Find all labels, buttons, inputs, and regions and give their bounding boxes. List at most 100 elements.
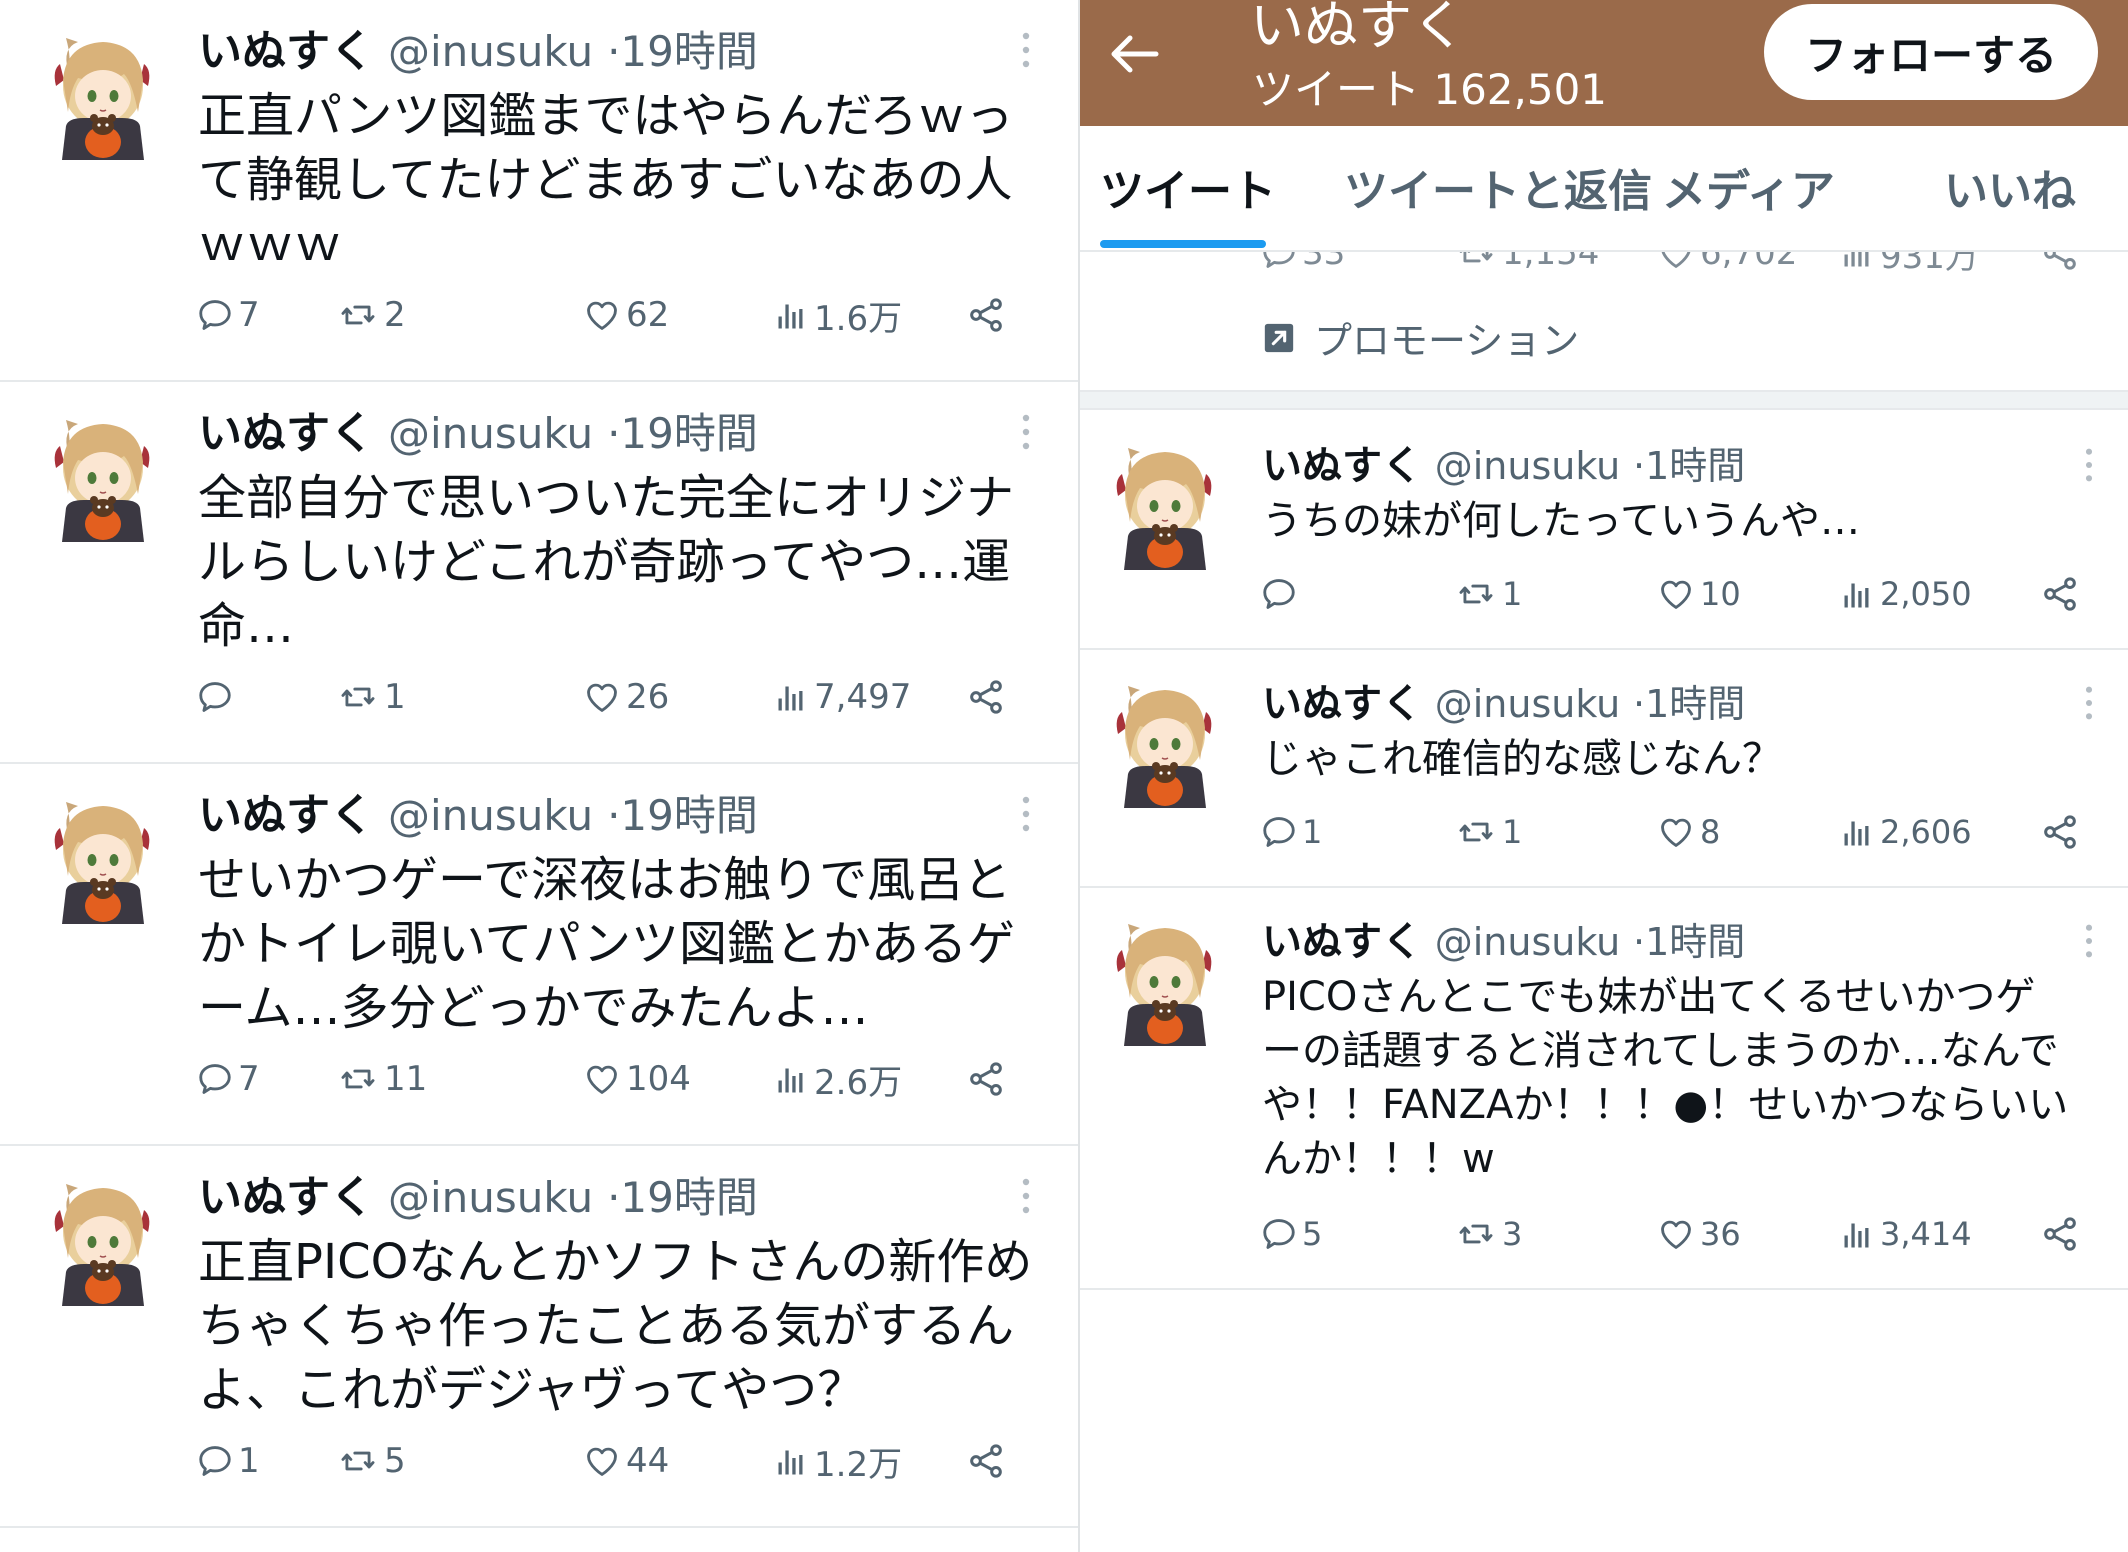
tab-likes[interactable]: いいね — [1944, 164, 2076, 220]
back-arrow-icon[interactable] — [1106, 30, 1162, 78]
handle[interactable]: @inusuku — [388, 409, 593, 458]
reply-button[interactable]: 5 — [1260, 1210, 1322, 1258]
share-button[interactable] — [966, 1436, 1006, 1486]
display-name[interactable]: いぬすく — [198, 1172, 374, 1223]
timestamp[interactable]: 19時間 — [620, 27, 757, 76]
profile-name: いぬすく — [1250, 0, 1466, 57]
timestamp[interactable]: 19時間 — [620, 1173, 757, 1222]
more-icon[interactable] — [1012, 1176, 1040, 1216]
views-button[interactable]: 7,497 — [774, 672, 911, 722]
retweet-button[interactable]: 1,154 — [1454, 252, 1599, 278]
more-icon[interactable] — [1012, 794, 1040, 834]
timestamp[interactable]: 1時間 — [1645, 682, 1745, 726]
timestamp[interactable]: 19時間 — [620, 791, 757, 840]
avatar[interactable] — [48, 794, 158, 934]
retweet-button[interactable]: 1 — [1454, 808, 1522, 856]
follow-button[interactable]: フォローする — [1764, 4, 2098, 100]
like-button[interactable]: 10 — [1656, 570, 1741, 618]
timestamp[interactable]: 1時間 — [1645, 920, 1745, 964]
retweet-button[interactable]: 3 — [1454, 1210, 1522, 1258]
reply-icon — [1260, 575, 1298, 613]
views-button[interactable]: 3,414 — [1840, 1210, 1972, 1258]
like-button[interactable]: 36 — [1656, 1210, 1741, 1258]
tab-tweets-and-replies[interactable]: ツイートと返信 — [1344, 164, 1652, 220]
avatar[interactable] — [1110, 678, 1220, 818]
tab-media[interactable]: メディア — [1662, 164, 1835, 220]
more-icon[interactable] — [1012, 30, 1040, 70]
avatar[interactable] — [48, 1176, 158, 1316]
retweet-button[interactable]: 2 — [336, 290, 406, 340]
display-name[interactable]: いぬすく — [1262, 681, 1422, 727]
share-button[interactable] — [2040, 1210, 2080, 1258]
share-button[interactable] — [966, 290, 1006, 340]
reply-button[interactable]: 1 — [196, 1436, 260, 1486]
views-button[interactable]: 2,050 — [1840, 570, 1972, 618]
handle[interactable]: @inusuku — [1435, 920, 1621, 964]
like-button[interactable]: 104 — [582, 1054, 691, 1104]
reply-button[interactable]: 7 — [196, 1054, 260, 1104]
reply-button[interactable]: 33 — [1260, 252, 1345, 278]
more-icon[interactable] — [1012, 412, 1040, 452]
tweet[interactable]: いぬすく @inusuku ·1時間 PICOさんとこでも妹が出てくるせいかつゲ… — [1080, 888, 2128, 1290]
like-button[interactable]: 62 — [582, 290, 669, 340]
tweet[interactable]: いぬすく @inusuku ·1時間 うちの妹が何したっていうんや… 1 10 … — [1080, 412, 2128, 650]
views-button[interactable]: 2,606 — [1840, 808, 1972, 856]
reply-count: 1 — [1302, 813, 1323, 851]
tweet[interactable]: いぬすく @inusuku ·1時間 じゃこれ確信的な感じなん？ 1 1 8 2… — [1080, 650, 2128, 888]
more-icon[interactable] — [2076, 922, 2102, 960]
share-button[interactable] — [966, 672, 1006, 722]
avatar[interactable] — [48, 30, 158, 170]
tweet[interactable]: いぬすく @inusuku ·19時間 せいかつゲーで深夜はお触りで風呂と かト… — [0, 764, 1078, 1146]
like-button[interactable]: 6,702 — [1656, 252, 1797, 278]
like-count: 6,702 — [1700, 252, 1798, 273]
like-button[interactable]: 8 — [1656, 808, 1720, 856]
retweet-button[interactable]: 11 — [336, 1054, 427, 1104]
handle[interactable]: @inusuku — [388, 791, 593, 840]
share-button[interactable] — [2040, 252, 2080, 278]
reply-button[interactable] — [1260, 570, 1302, 618]
handle[interactable]: @inusuku — [388, 27, 593, 76]
share-button[interactable] — [2040, 570, 2080, 618]
tweet[interactable]: いぬすく @inusuku ·19時間 全部自分で思いついた完全にオリジナ ルら… — [0, 382, 1078, 764]
retweet-button[interactable]: 1 — [1454, 570, 1522, 618]
more-icon[interactable] — [2076, 684, 2102, 722]
share-button[interactable] — [2040, 808, 2080, 856]
views-button[interactable]: 2.6万 — [774, 1054, 902, 1104]
avatar[interactable] — [48, 412, 158, 552]
tweet[interactable]: いぬすく @inusuku ·19時間 正直PICOなんとかソフトさんの新作め … — [0, 1146, 1078, 1528]
views-button[interactable]: 1.2万 — [774, 1436, 902, 1486]
tab-tweets[interactable]: ツイート — [1100, 164, 1276, 220]
like-count: 62 — [626, 295, 670, 335]
view-count: 7,497 — [814, 677, 912, 717]
tweet-text-line: んか！！！w — [1262, 1136, 1495, 1182]
timestamp[interactable]: 19時間 — [620, 409, 757, 458]
display-name[interactable]: いぬすく — [198, 26, 374, 77]
share-icon — [2040, 252, 2080, 273]
handle[interactable]: @inusuku — [1435, 444, 1621, 488]
handle[interactable]: @inusuku — [1435, 682, 1621, 726]
like-button[interactable]: 26 — [582, 672, 669, 722]
like-icon — [582, 296, 622, 334]
handle[interactable]: @inusuku — [388, 1173, 593, 1222]
tweet[interactable]: いぬすく @inusuku ·19時間 正直パンツ図鑑まではやらんだろｗっ て静… — [0, 0, 1078, 382]
reply-icon — [1260, 1215, 1298, 1253]
reply-button[interactable]: 7 — [196, 290, 260, 340]
views-button[interactable]: 931万 — [1840, 252, 1979, 278]
reply-button[interactable]: 1 — [1260, 808, 1322, 856]
reply-button[interactable] — [196, 672, 238, 722]
tweet-text: じゃこれ確信的な感じなん？ — [1262, 732, 2112, 786]
display-name[interactable]: いぬすく — [198, 408, 374, 459]
views-button[interactable]: 1.6万 — [774, 290, 902, 340]
avatar[interactable] — [1110, 916, 1220, 1056]
retweet-button[interactable]: 5 — [336, 1436, 406, 1486]
share-button[interactable] — [966, 1054, 1006, 1104]
more-icon[interactable] — [2076, 446, 2102, 484]
display-name[interactable]: いぬすく — [198, 790, 374, 841]
like-button[interactable]: 44 — [582, 1436, 669, 1486]
like-icon — [582, 1442, 622, 1480]
display-name[interactable]: いぬすく — [1262, 919, 1422, 965]
retweet-button[interactable]: 1 — [336, 672, 406, 722]
timestamp[interactable]: 1時間 — [1645, 444, 1745, 488]
display-name[interactable]: いぬすく — [1262, 443, 1422, 489]
avatar[interactable] — [1110, 440, 1220, 580]
